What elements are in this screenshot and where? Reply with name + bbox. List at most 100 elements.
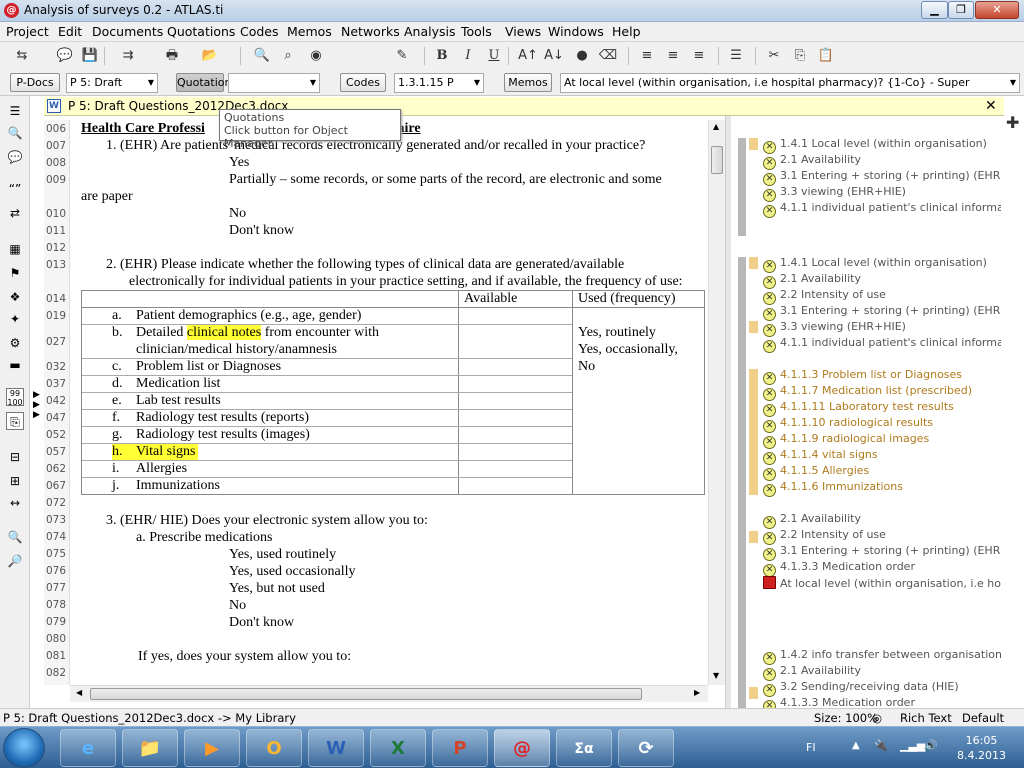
gear-icon[interactable]: ⚙ bbox=[6, 334, 24, 352]
margin-icon[interactable]: ⊞ bbox=[6, 472, 24, 490]
quotation-select[interactable]: ▼ bbox=[228, 73, 320, 93]
eraser-icon[interactable]: ⌫ bbox=[598, 46, 618, 66]
margin-code[interactable]: ✕ 3.1 Entering + storing (+ printing) (EH… bbox=[763, 169, 1001, 186]
code-list-icon[interactable]: ▦ bbox=[6, 240, 24, 258]
margin-code[interactable]: ✕ 4.1.3.3 Medication order bbox=[763, 560, 915, 577]
language-indicator[interactable]: FI bbox=[806, 741, 816, 754]
margin-code[interactable]: ✕ 3.1 Entering + storing (+ printing) (EH… bbox=[763, 304, 1001, 321]
align-right-icon[interactable]: ≡ bbox=[689, 46, 709, 66]
vertical-scrollbar[interactable]: ▲ ▼ bbox=[708, 120, 725, 685]
margin-code[interactable]: ✕ 4.1.1.10 radiological results bbox=[763, 416, 933, 433]
maximize-button[interactable]: ❐ bbox=[948, 1, 974, 19]
pen-icon[interactable]: ✎ bbox=[392, 46, 412, 66]
margin-code[interactable]: ✕ 4.1.1 individual patient's clinical inf… bbox=[763, 201, 1001, 218]
margin-code[interactable]: ✕ 4.1.3.3 Medication order bbox=[763, 696, 915, 708]
margin-code[interactable]: ✕ 1.4.1 Local level (within organisation) bbox=[763, 137, 987, 154]
menu-tools[interactable]: Tools bbox=[461, 24, 492, 39]
start-button[interactable] bbox=[3, 728, 45, 768]
bubble-icon[interactable]: 💬 bbox=[6, 148, 24, 166]
outlook-icon[interactable]: O bbox=[246, 729, 302, 767]
sync-app-icon[interactable]: ⟳ bbox=[618, 729, 674, 767]
link-icon[interactable]: ⇄ bbox=[6, 204, 24, 222]
document-select[interactable]: P 5: Draft ▼ bbox=[66, 73, 158, 93]
atlas-app-icon[interactable]: @ bbox=[4, 3, 19, 18]
document-pane[interactable]: Health Care Professi nnaire 1. (EHR) Are … bbox=[70, 120, 708, 685]
codes-button[interactable]: Codes bbox=[340, 73, 386, 92]
menu-networks[interactable]: Networks bbox=[341, 24, 400, 39]
horizontal-scroll-thumb[interactable] bbox=[90, 688, 642, 700]
close-document-icon[interactable]: ✕ bbox=[985, 98, 997, 114]
memo-select[interactable]: At local level (within organisation, i.e… bbox=[560, 73, 1020, 93]
menu-quotations[interactable]: Quotations bbox=[167, 24, 235, 39]
math-app-icon[interactable]: Σα bbox=[556, 729, 612, 767]
menu-memos[interactable]: Memos bbox=[287, 24, 332, 39]
import-icon[interactable]: ⇉ bbox=[118, 46, 138, 66]
p-docs-button[interactable]: P-Docs bbox=[10, 73, 60, 92]
margin-code[interactable]: ✕ 1.4.1 Local level (within organisation) bbox=[763, 256, 987, 273]
print-icon[interactable]: 🖶 bbox=[162, 46, 182, 66]
media-player-icon[interactable]: ▶ bbox=[184, 729, 240, 767]
save-icon[interactable]: 💾 bbox=[80, 46, 100, 66]
margin-code[interactable]: ✕ 4.1.1.4 vital signs bbox=[763, 448, 878, 465]
power-icon[interactable]: 🔌 bbox=[874, 739, 888, 752]
bullet-list-icon[interactable]: ☰ bbox=[726, 46, 746, 66]
italic-button[interactable]: I bbox=[458, 46, 478, 66]
volume-icon[interactable]: 🔊 bbox=[924, 739, 938, 752]
word-icon[interactable]: W bbox=[308, 729, 364, 767]
margin-code[interactable]: ✕ 2.1 Availability bbox=[763, 512, 861, 529]
horizontal-scrollbar[interactable]: ◀ ▶ bbox=[70, 685, 708, 702]
atlas-ti-icon[interactable]: @ bbox=[494, 729, 550, 767]
expander-icon[interactable]: ▶ ▶ ▶ bbox=[33, 390, 40, 420]
cut-icon[interactable]: ✂ bbox=[764, 46, 784, 66]
zoom-search-icon[interactable]: 🔍 bbox=[6, 124, 24, 142]
margin-code[interactable]: ✕ 2.1 Availability bbox=[763, 664, 861, 681]
close-button[interactable]: ✕ bbox=[975, 1, 1019, 19]
align-center-icon[interactable]: ≡ bbox=[663, 46, 683, 66]
quotation-bracket[interactable] bbox=[738, 138, 746, 236]
margin-code[interactable]: ✕ 4.1.1.11 Laboratory test results bbox=[763, 400, 954, 417]
margin-code[interactable]: ✕ 4.1.1.3 Problem list or Diagnoses bbox=[763, 368, 962, 385]
scroll-right-icon[interactable]: ▶ bbox=[694, 688, 700, 697]
margin-code[interactable]: ✕ 3.3 viewing (EHR+HIE) bbox=[763, 320, 906, 337]
menu-edit[interactable]: Edit bbox=[58, 24, 82, 39]
project-explorer-icon[interactable]: ⇆ bbox=[12, 46, 32, 66]
bold-button[interactable]: B bbox=[432, 46, 452, 66]
zoom-out-icon[interactable]: 🔎 bbox=[6, 552, 24, 570]
menu-help[interactable]: Help bbox=[612, 24, 641, 39]
margin-code[interactable]: ✕ 4.1.1.5 Allergies bbox=[763, 464, 869, 481]
powerpoint-icon[interactable]: P bbox=[432, 729, 488, 767]
menu-documents[interactable]: Documents bbox=[92, 24, 163, 39]
code-arrows-icon[interactable]: ✦ bbox=[6, 310, 24, 328]
layout-icon[interactable]: ⎘ bbox=[6, 412, 24, 430]
minimize-button[interactable]: ▁ bbox=[921, 1, 948, 19]
scroll-down-icon[interactable]: ▼ bbox=[713, 671, 719, 680]
margin-code[interactable]: ✕ 4.1.1 individual patient's clinical inf… bbox=[763, 336, 1001, 353]
margin-code[interactable]: ✕ 4.1.1.9 radiological images bbox=[763, 432, 929, 449]
margin-code[interactable]: ✕ 4.1.1.7 Medication list (prescribed) bbox=[763, 384, 972, 401]
excel-icon[interactable]: X bbox=[370, 729, 426, 767]
underline-button[interactable]: U bbox=[484, 46, 504, 66]
code-tag-icon[interactable]: ⚑ bbox=[6, 264, 24, 282]
margin-code[interactable]: ✕ 3.3 viewing (EHR+HIE) bbox=[763, 185, 906, 202]
internet-explorer-icon[interactable]: e bbox=[60, 729, 116, 767]
margin-code[interactable]: ✕ 2.2 Intensity of use bbox=[763, 528, 886, 545]
menu-views[interactable]: Views bbox=[505, 24, 541, 39]
network-signal-icon[interactable]: ▁▃▅ bbox=[900, 739, 925, 752]
vertical-scroll-thumb[interactable] bbox=[711, 146, 723, 174]
code-select[interactable]: 1.3.1.15 P ▼ bbox=[394, 73, 484, 93]
highlighted-quotation[interactable]: clinical notes bbox=[186, 325, 262, 340]
align-left-icon[interactable]: ≡ bbox=[637, 46, 657, 66]
tray-expand-icon[interactable]: ▲ bbox=[852, 740, 860, 751]
find-icon[interactable]: 🔍 bbox=[252, 46, 272, 66]
margin-memo[interactable]: At local level (within organisation, i.e… bbox=[763, 576, 1001, 591]
menu-project[interactable]: Project bbox=[6, 24, 49, 39]
margin-code[interactable]: ✕ 1.4.2 info transfer between organisatio… bbox=[763, 648, 1001, 665]
memos-button[interactable]: Memos bbox=[504, 73, 552, 92]
copy-icon[interactable]: ⎘ bbox=[790, 46, 810, 66]
quotations-button[interactable]: Quotations bbox=[176, 73, 237, 92]
font-shrink-icon[interactable]: A↓ bbox=[544, 46, 564, 66]
margin-code[interactable]: ✕ 3.1 Entering + storing (+ printing) (EH… bbox=[763, 544, 1001, 561]
open-folder-icon[interactable]: 📂 bbox=[200, 46, 220, 66]
search-text-icon[interactable]: ⌕ bbox=[278, 46, 298, 66]
scroll-up-icon[interactable]: ▲ bbox=[713, 122, 719, 131]
